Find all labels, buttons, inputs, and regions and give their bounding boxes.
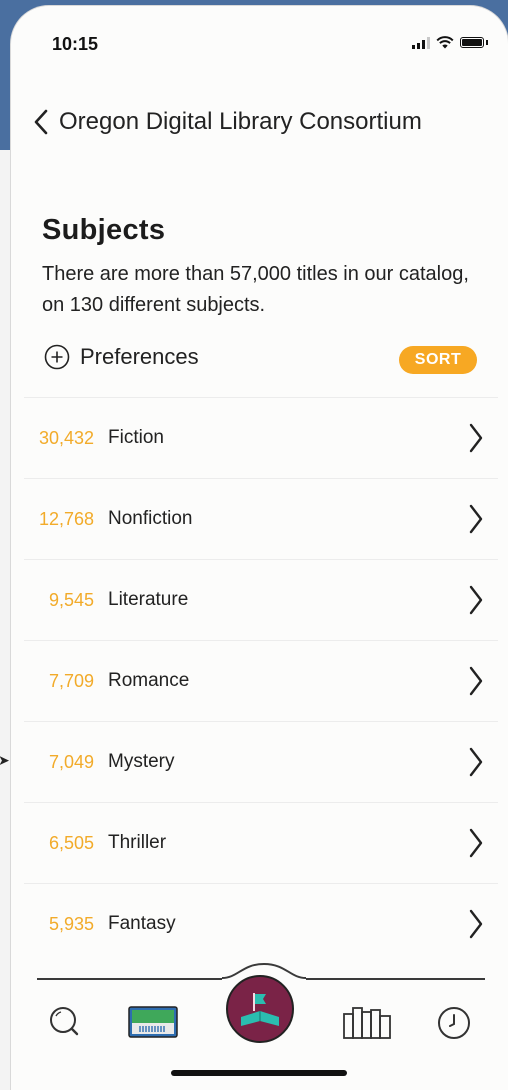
subject-count: 30,432 [38, 427, 94, 448]
library-card-icon[interactable] [128, 1006, 178, 1038]
subject-name: Romance [108, 670, 190, 691]
subject-row-thriller[interactable]: 6,505 Thriller [24, 802, 498, 883]
chevron-right-icon [469, 666, 483, 696]
chevron-right-icon [469, 828, 483, 858]
subject-count: 9,545 [48, 589, 94, 610]
page-title: Subjects [42, 214, 166, 246]
status-time: 10:15 [52, 34, 99, 54]
subject-name: Fantasy [108, 913, 176, 934]
subject-name: Thriller [108, 832, 167, 853]
wifi-icon [436, 36, 454, 49]
phone-screen: 10:15 Oregon Digital Library Consortium … [11, 6, 508, 1090]
sort-button[interactable]: SORT [399, 346, 477, 374]
preferences-button[interactable]: Preferences [44, 344, 199, 370]
home-indicator [171, 1070, 347, 1076]
search-icon[interactable] [47, 1004, 83, 1040]
subject-count: 7,709 [48, 670, 94, 691]
battery-cap [486, 40, 488, 45]
subjects-description: There are more than 57,000 titles in our… [42, 263, 469, 316]
chevron-right-icon [469, 423, 483, 453]
subjects-list: 30,432 Fiction 12,768 Nonfiction 9,545 L… [24, 397, 498, 965]
libby-home-icon[interactable] [225, 974, 295, 1044]
subject-row-mystery[interactable]: 7,049 Mystery [24, 721, 498, 802]
chevron-right-icon [469, 909, 483, 939]
subject-count: 5,935 [48, 913, 94, 934]
subject-row-literature[interactable]: 9,545 Literature [24, 559, 498, 640]
status-bar: 10:15 [11, 6, 508, 76]
subject-count: 12,768 [38, 508, 94, 529]
subject-count: 6,505 [48, 832, 94, 853]
plus-circle-icon [44, 344, 70, 370]
shelf-icon[interactable] [342, 1004, 394, 1040]
preferences-label: Preferences [80, 344, 199, 369]
subject-name: Literature [108, 589, 189, 610]
subject-name: Fiction [108, 427, 164, 448]
timeline-clock-icon[interactable] [437, 1006, 471, 1040]
battery-icon [460, 37, 484, 48]
signal-icon [412, 36, 430, 49]
bottom-tab-bar [11, 946, 508, 1090]
pointer-arrow-icon: ➤ [0, 752, 10, 768]
subject-row-fiction[interactable]: 30,432 Fiction [24, 397, 498, 478]
navigation-bar: Oregon Digital Library Consortium [31, 102, 422, 142]
chevron-right-icon [469, 504, 483, 534]
chevron-right-icon [469, 585, 483, 615]
subject-row-romance[interactable]: 7,709 Romance [24, 640, 498, 721]
chevron-left-icon[interactable] [31, 107, 53, 137]
subject-name: Nonfiction [108, 508, 193, 529]
chevron-right-icon [469, 747, 483, 777]
status-icons [412, 36, 488, 49]
subject-row-nonfiction[interactable]: 12,768 Nonfiction [24, 478, 498, 559]
subject-count: 7,049 [48, 751, 94, 772]
subject-name: Mystery [108, 751, 175, 772]
nav-title[interactable]: Oregon Digital Library Consortium [59, 108, 422, 136]
